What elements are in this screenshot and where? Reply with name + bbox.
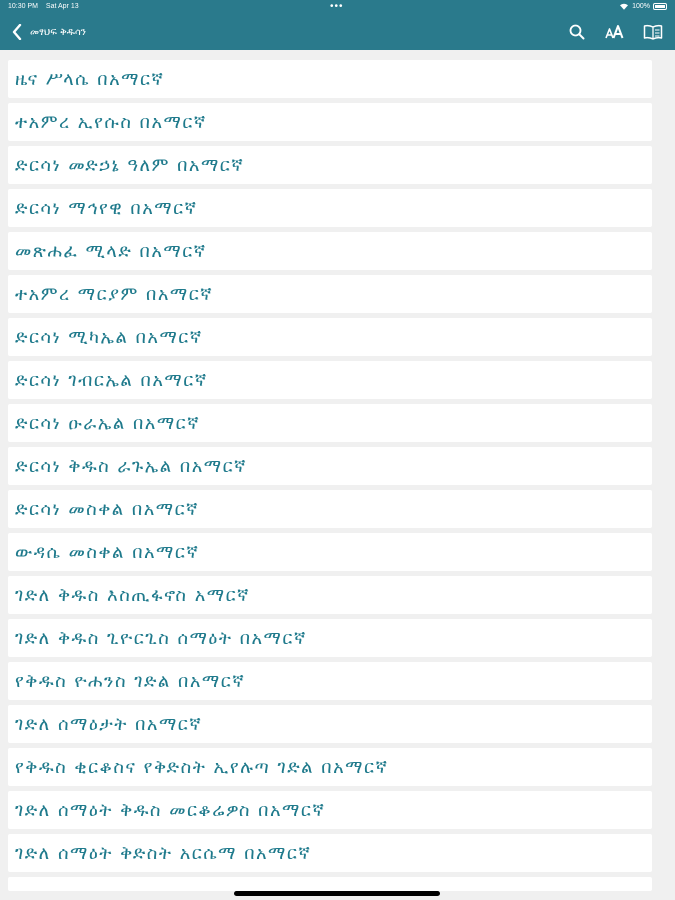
list-item[interactable]: የቅዱስ ዮሐንስ ገድል በአማርኛ	[8, 662, 652, 700]
list-item[interactable]: ድርሳነ መስቀል በአማርኛ	[8, 490, 652, 528]
list-item[interactable]: ገድለ ሰማዕት ቅዱስ መርቆሬዎስ በአማርኛ	[8, 791, 652, 829]
status-right: 100%	[620, 3, 667, 10]
battery-percent: 100%	[632, 3, 650, 10]
list-item[interactable]: የቅዱስ ቂርቆስና የቅድስት ኢየሉጣ ገድል በአማርኛ	[8, 748, 652, 786]
home-indicator[interactable]	[234, 891, 440, 896]
list-item[interactable]: ገድለ ሰማዕታት በአማርኛ	[8, 705, 652, 743]
wifi-icon	[620, 3, 629, 10]
list-item[interactable]: ድርሳነ መድኃኔ ዓለም በአማርኛ	[8, 146, 652, 184]
status-date: Sat Apr 13	[45, 3, 79, 10]
list-item[interactable]: ውዳሴ መስቀል በአማርኛ	[8, 533, 652, 571]
list-item[interactable]: ገድለ ሰማዕት ቅድስት አርሴማ በአማርኛ	[8, 834, 652, 872]
list-item[interactable]: ተአምረ ማርያም በአማርኛ	[8, 275, 652, 313]
multitasking-dots[interactable]: •••	[330, 1, 344, 12]
search-icon	[569, 24, 585, 40]
back-button[interactable]: መፃህፍ ቅዱሳን	[12, 21, 86, 43]
list-item[interactable]: ተአምረ ኢየሱስ በአማርኛ	[8, 103, 652, 141]
list-item[interactable]: ድርሳነ ማኅየዊ በአማርኛ	[8, 189, 652, 227]
status-bar: 10:30 PM Sat Apr 13 ••• 100%	[0, 0, 675, 14]
list-item[interactable]: መጽሐፈ ሚላድ በአማርኛ	[8, 232, 652, 270]
battery-icon	[653, 3, 667, 10]
book-list: ዜና ሥላሴ በአማርኛ ተአምረ ኢየሱስ በአማርኛ ድርሳነ መድኃኔ ዓ…	[0, 60, 675, 896]
navigation-bar: መፃህፍ ቅዱሳን	[0, 14, 675, 50]
list-item[interactable]: ገድለ ቅዱስ ጊዮርጊስ ሰማዕት በአማርኛ	[8, 619, 652, 657]
text-size-icon	[605, 25, 624, 39]
list-item[interactable]: ድርሳነ ሚካኤል በአማርኛ	[8, 318, 652, 356]
list-item[interactable]: ገድለ ቅዱስ እስጢፋኖስ አማርኛ	[8, 576, 652, 614]
list-item[interactable]: ድርሳነ ቅዱስ ራጉኤል በአማርኛ	[8, 447, 652, 485]
book-icon	[643, 24, 663, 40]
list-item[interactable]: ድርሳነ ገብርኤል በአማርኛ	[8, 361, 652, 399]
list-item-partial[interactable]	[8, 877, 652, 891]
list-item[interactable]: ዜና ሥላሴ በአማርኛ	[8, 60, 652, 98]
status-left: 10:30 PM Sat Apr 13	[8, 3, 85, 10]
status-time: 10:30 PM	[8, 3, 38, 10]
chevron-left-icon	[12, 24, 22, 40]
text-size-button[interactable]	[605, 22, 625, 42]
search-button[interactable]	[567, 22, 587, 42]
nav-actions	[549, 22, 663, 42]
list-item[interactable]: ድርሳነ ዑራኤል በአማርኛ	[8, 404, 652, 442]
page-title: መፃህፍ ቅዱሳን	[30, 26, 87, 38]
book-button[interactable]	[643, 22, 663, 42]
